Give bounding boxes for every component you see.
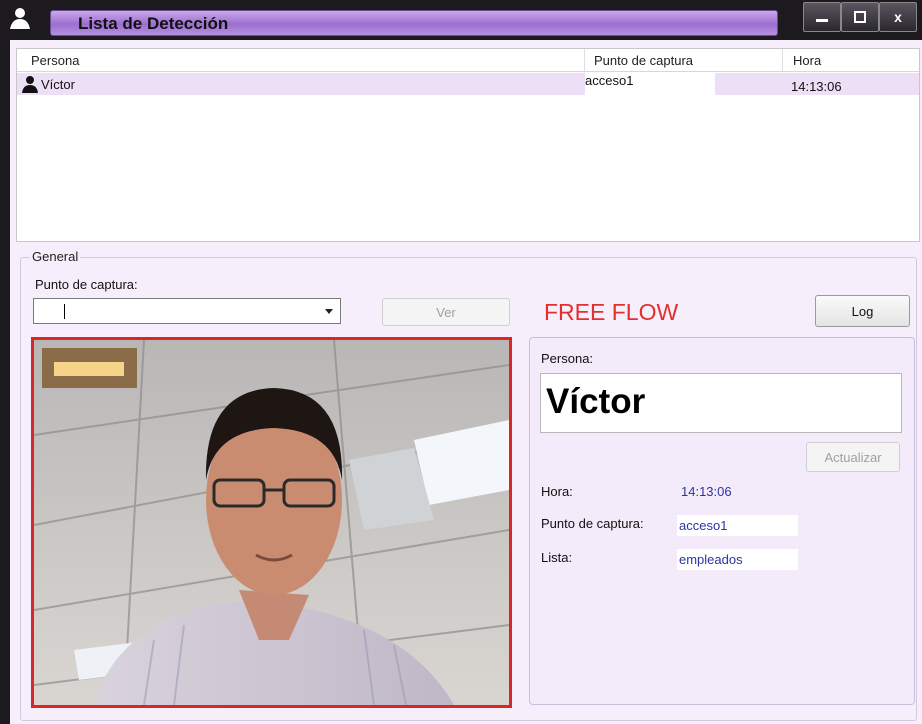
cell-punto: acceso1	[585, 73, 634, 88]
persona-name-field[interactable]: Víctor	[540, 373, 902, 433]
punto-captura-select[interactable]	[33, 298, 341, 324]
text-cursor	[64, 304, 65, 319]
person-icon	[10, 8, 30, 29]
window-title: Lista de Detección	[78, 14, 229, 33]
maximize-button[interactable]	[841, 2, 879, 32]
person-icon	[22, 76, 38, 93]
close-button[interactable]: x	[879, 2, 917, 32]
column-divider[interactable]	[584, 49, 585, 71]
minimize-button[interactable]	[803, 2, 841, 32]
lista-label: Lista:	[541, 550, 573, 565]
log-button[interactable]: Log	[815, 295, 910, 327]
hora-value: 14:13:06	[681, 484, 732, 499]
table-row[interactable]: Víctor acceso1 14:13:06	[17, 73, 919, 95]
cell-persona: Víctor	[41, 77, 75, 92]
minimize-icon	[816, 19, 828, 22]
column-header-punto[interactable]: Punto de captura	[594, 53, 693, 68]
row-cell-background	[17, 73, 585, 95]
maximize-icon	[854, 11, 866, 23]
punto-captura-value-field: acceso1	[677, 515, 798, 536]
cell-hora: 14:13:06	[791, 79, 842, 94]
chevron-down-icon[interactable]	[324, 306, 334, 316]
close-icon: x	[894, 9, 902, 25]
actualizar-button[interactable]: Actualizar	[806, 442, 900, 472]
lista-value: empleados	[679, 552, 743, 567]
camera-feed	[31, 337, 512, 708]
punto-captura-detail-label: Punto de captura:	[541, 516, 644, 531]
punto-captura-detail-value: acceso1	[679, 518, 728, 533]
punto-captura-label: Punto de captura:	[35, 277, 138, 292]
list-header: Persona Punto de captura Hora	[17, 49, 919, 72]
persona-name-value: Víctor	[546, 382, 646, 421]
mode-label: FREE FLOW	[544, 299, 679, 325]
title-bar[interactable]: Lista de Detección x	[0, 0, 922, 40]
window-frame	[0, 40, 10, 724]
detection-list[interactable]: Persona Punto de captura Hora Víctor acc…	[16, 48, 920, 242]
column-header-hora[interactable]: Hora	[793, 53, 821, 68]
column-header-persona[interactable]: Persona	[31, 53, 79, 68]
ver-button[interactable]: Ver	[382, 298, 510, 326]
window-controls: x	[803, 2, 918, 32]
column-divider[interactable]	[782, 49, 783, 71]
hora-label: Hora:	[541, 484, 573, 499]
lista-value-field: empleados	[677, 549, 798, 570]
camera-feed-image	[34, 340, 509, 705]
general-legend: General	[30, 249, 81, 264]
persona-label: Persona:	[541, 351, 594, 366]
